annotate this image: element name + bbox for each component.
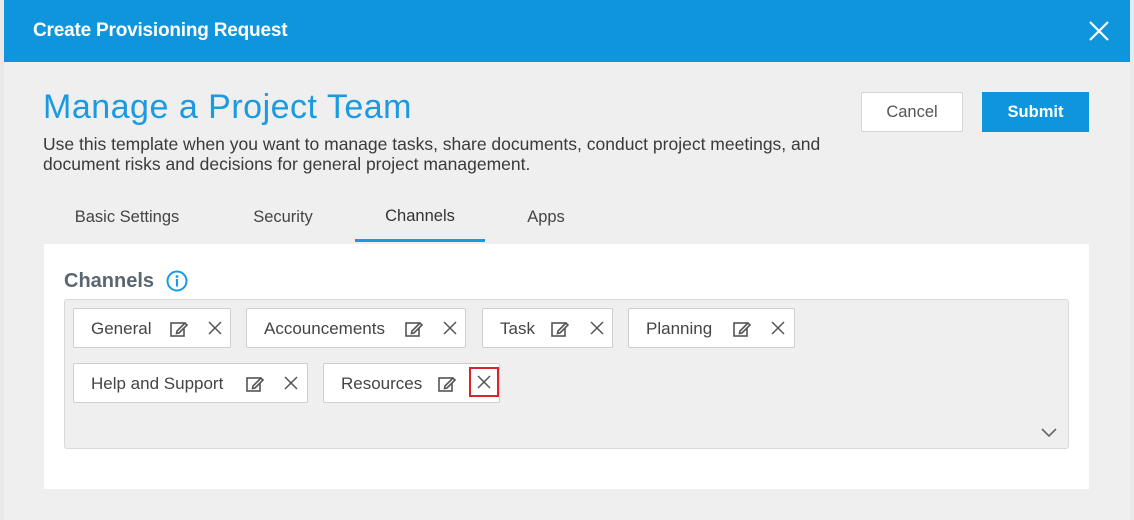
tab-channels[interactable]: Channels: [355, 207, 485, 242]
close-icon: [284, 376, 298, 390]
channel-label: Planning: [646, 319, 713, 338]
tab-security[interactable]: Security: [240, 208, 326, 242]
close-icon: [208, 321, 222, 335]
channel-chip-help-and-support: Help and Support: [73, 363, 308, 403]
tab-apps[interactable]: Apps: [512, 208, 580, 242]
edit-icon[interactable]: [437, 374, 457, 394]
channel-chip-task: Task: [482, 308, 613, 348]
edit-icon[interactable]: [245, 374, 265, 394]
close-icon: [771, 321, 785, 335]
channel-chip-resources: Resources: [323, 363, 500, 403]
remove-channel-button[interactable]: [469, 367, 499, 397]
provisioning-dialog: Create Provisioning Request Manage a Pro…: [4, 0, 1130, 520]
channel-chip-accouncements: Accouncements: [246, 308, 466, 348]
dialog-title: Create Provisioning Request: [33, 20, 288, 41]
close-button[interactable]: [1084, 16, 1114, 46]
channel-chip-general: General: [73, 308, 231, 348]
edit-icon[interactable]: [550, 319, 570, 339]
channel-label: Help and Support: [91, 374, 224, 393]
close-icon: [590, 321, 604, 335]
tab-basic-settings[interactable]: Basic Settings: [66, 208, 188, 242]
channel-label: Resources: [341, 374, 423, 393]
channels-heading: Channels: [64, 270, 155, 292]
chevron-down-icon[interactable]: [1040, 426, 1058, 438]
channel-label: Accouncements: [264, 319, 385, 338]
channels-panel: Channels General Accouncements Task Plan…: [44, 244, 1089, 489]
edit-icon[interactable]: [169, 319, 189, 339]
cancel-button[interactable]: Cancel: [861, 92, 963, 132]
submit-button[interactable]: Submit: [982, 92, 1089, 132]
channels-tag-input[interactable]: General Accouncements Task Planning Help…: [64, 299, 1069, 449]
edit-icon[interactable]: [732, 319, 752, 339]
dialog-header: Create Provisioning Request: [4, 0, 1130, 62]
page-title: Manage a Project Team: [43, 88, 412, 126]
remove-channel-button[interactable]: [767, 317, 789, 339]
close-icon: [477, 375, 491, 389]
remove-channel-button[interactable]: [439, 317, 461, 339]
info-icon[interactable]: [166, 270, 188, 292]
channel-label: General: [91, 319, 152, 338]
remove-channel-button[interactable]: [280, 372, 302, 394]
remove-channel-button[interactable]: [586, 317, 608, 339]
page-description: Use this template when you want to manag…: [43, 134, 821, 174]
close-icon: [1089, 21, 1109, 41]
channel-label: Task: [500, 319, 535, 338]
edit-icon[interactable]: [404, 319, 424, 339]
close-icon: [443, 321, 457, 335]
channel-chip-planning: Planning: [628, 308, 795, 348]
remove-channel-button[interactable]: [204, 317, 226, 339]
